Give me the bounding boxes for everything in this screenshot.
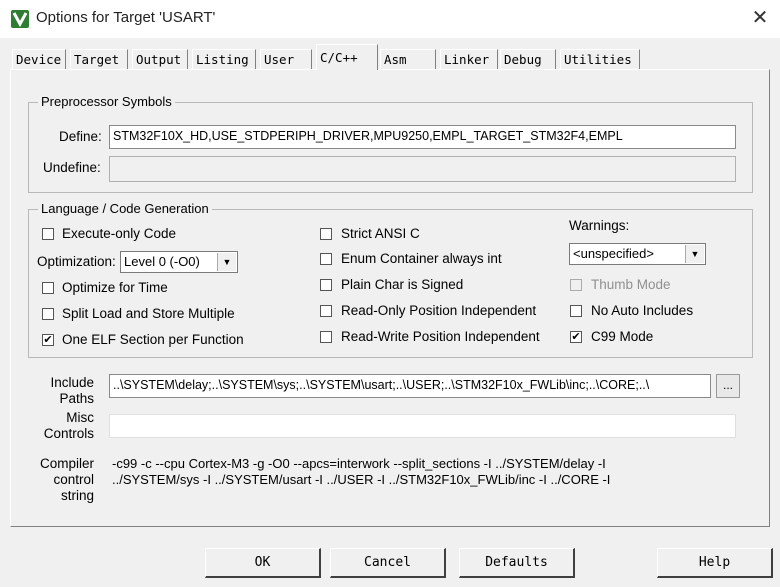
one-elf-label: One ELF Section per Function [62,332,244,347]
cancel-button[interactable]: Cancel [330,548,446,578]
window-title: Options for Target 'USART' [36,9,216,26]
optimize-time-checkbox[interactable] [42,282,54,294]
compiler-control-line-2: ../SYSTEM/sys -I ../SYSTEM/usart -I ../U… [112,472,611,487]
define-input[interactable]: STM32F10X_HD,USE_STDPERIPH_DRIVER,MPU925… [109,125,736,149]
preprocessor-legend: Preprocessor Symbols [38,94,175,109]
plain-char-label: Plain Char is Signed [341,277,464,292]
tab-target[interactable]: Target [70,49,128,69]
c99-mode-label: C99 Mode [591,329,654,344]
rw-position-checkbox[interactable] [320,331,332,343]
thumb-mode-label: Thumb Mode [591,277,671,292]
thumb-mode-checkbox[interactable] [570,279,582,291]
language-legend: Language / Code Generation [38,201,212,216]
tab-debug[interactable]: Debug [500,49,556,69]
c99-mode-checkbox[interactable]: ✔ [570,331,582,343]
plain-char-checkbox[interactable] [320,279,332,291]
misc-controls-label: Misc Controls [43,410,94,441]
execute-only-checkbox[interactable] [42,228,54,240]
optimize-time-label: Optimize for Time [62,280,168,295]
warnings-value: <unspecified> [573,246,654,261]
compiler-control-string: -c99 -c --cpu Cortex-M3 -g -O0 --apcs=in… [112,456,742,488]
keil-app-icon [11,10,29,28]
ro-position-checkbox[interactable] [320,305,332,317]
strict-ansi-label: Strict ANSI C [341,226,420,241]
compiler-control-line-1: -c99 -c --cpu Cortex-M3 -g -O0 --apcs=in… [112,456,606,471]
no-auto-includes-checkbox[interactable] [570,305,582,317]
tab-listing[interactable]: Listing [192,49,256,69]
misc-controls-input[interactable] [109,414,736,438]
one-elf-checkbox[interactable]: ✔ [42,334,54,346]
chevron-down-icon[interactable]: ▼ [217,253,236,271]
define-label: Define: [59,129,102,144]
optimization-label: Optimization: [37,254,116,269]
ok-button[interactable]: OK [205,548,321,578]
split-load-label: Split Load and Store Multiple [62,306,235,321]
chevron-down-icon[interactable]: ▼ [685,245,704,263]
execute-only-label: Execute-only Code [62,226,177,241]
undefine-input[interactable] [109,156,736,182]
tab-user[interactable]: User [260,49,312,69]
ro-position-label: Read-Only Position Independent [341,303,537,318]
strict-ansi-checkbox[interactable] [320,228,332,240]
split-load-checkbox[interactable] [42,308,54,320]
no-auto-includes-label: No Auto Includes [591,303,694,318]
enum-container-checkbox[interactable] [320,253,332,265]
tab-output[interactable]: Output [132,49,188,69]
rw-position-label: Read-Write Position Independent [341,329,540,344]
defaults-button[interactable]: Defaults [459,548,575,578]
browse-include-button[interactable]: ... [716,374,740,398]
warnings-label: Warnings: [569,218,630,233]
optimization-select[interactable]: Level 0 (-O0) ▼ [120,251,238,273]
close-icon[interactable]: ✕ [748,6,772,30]
tab-c-cpp[interactable]: C/C++ [316,44,378,70]
include-paths-label: Include Paths [50,375,94,406]
tab-asm[interactable]: Asm [380,49,436,69]
tab-utilities[interactable]: Utilities [560,49,640,69]
optimization-value: Level 0 (-O0) [124,254,200,269]
warnings-select[interactable]: <unspecified> ▼ [569,243,706,265]
tab-linker[interactable]: Linker [440,49,498,69]
undefine-label: Undefine: [43,160,101,175]
enum-container-label: Enum Container always int [341,251,502,266]
include-paths-input[interactable]: ..\SYSTEM\delay;..\SYSTEM\sys;..\SYSTEM\… [109,374,711,398]
tab-device[interactable]: Device [12,49,66,69]
help-button[interactable]: Help [657,548,773,578]
compiler-control-label: Compiler control string [39,456,94,503]
